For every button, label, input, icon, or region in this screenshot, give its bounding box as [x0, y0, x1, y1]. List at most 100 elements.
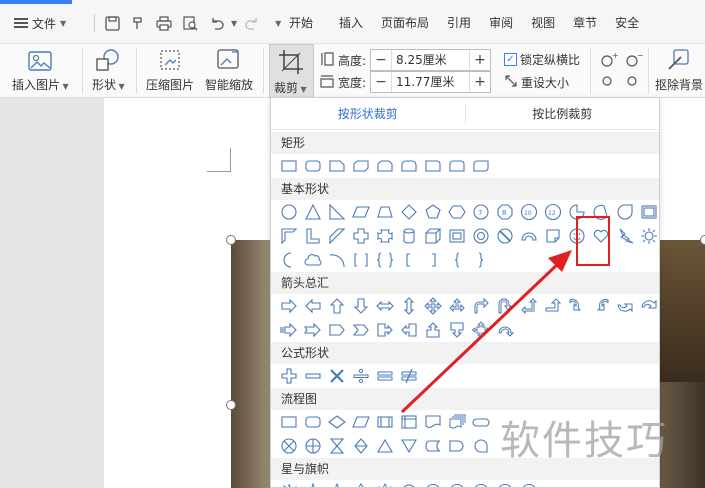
not-equal-shape-icon[interactable]: [397, 364, 421, 388]
right-triangle-shape-icon[interactable]: [325, 200, 349, 224]
hexagon-shape-icon[interactable]: [445, 200, 469, 224]
cloud-shape-icon[interactable]: [301, 248, 325, 272]
tab-crop-by-shape[interactable]: 按形状裁剪: [271, 98, 465, 129]
flowchart-alternate-process-shape-icon[interactable]: [301, 410, 325, 434]
print-preview-icon[interactable]: [179, 12, 201, 34]
pentagon-shape-icon[interactable]: [421, 200, 445, 224]
flowchart-summing-junction-shape-icon[interactable]: [277, 434, 301, 458]
flowchart-sort-shape-icon[interactable]: [349, 434, 373, 458]
striped-right-arrow-shape-icon[interactable]: [277, 318, 301, 342]
chevron-shape-icon[interactable]: [349, 318, 373, 342]
compress-picture-button[interactable]: 压缩图片: [146, 46, 194, 93]
no-symbol-shape-icon[interactable]: [493, 224, 517, 248]
tab-page-layout[interactable]: 页面布局: [372, 10, 438, 36]
tab-insert[interactable]: 插入: [330, 10, 372, 36]
up-arrow-shape-icon[interactable]: [325, 294, 349, 318]
tab-home[interactable]: 开始: [280, 10, 322, 36]
cube-shape-icon[interactable]: [421, 224, 445, 248]
multiply-shape-icon[interactable]: [325, 364, 349, 388]
minus-shape-icon[interactable]: [301, 364, 325, 388]
undo-dropdown-icon[interactable]: ▼: [231, 19, 237, 28]
decagon-shape-icon[interactable]: 10: [517, 200, 541, 224]
eight-point-star-shape-icon[interactable]: 8: [397, 480, 421, 487]
resize-handle-left[interactable]: [226, 400, 236, 410]
save-icon[interactable]: [101, 12, 123, 34]
lightning-bolt-shape-icon[interactable]: [613, 224, 637, 248]
remove-background-button[interactable]: 抠除背景: [655, 46, 703, 93]
resize-handle-top-right[interactable]: [700, 235, 705, 245]
explosion-shape-icon[interactable]: [277, 480, 301, 487]
tab-security[interactable]: 安全: [606, 10, 648, 36]
right-bracket-shape-icon[interactable]: [421, 248, 445, 272]
width-decrease-button[interactable]: −: [371, 72, 391, 92]
notched-right-arrow-shape-icon[interactable]: [301, 318, 325, 342]
triangle-shape-icon[interactable]: [301, 200, 325, 224]
down-arrow-shape-icon[interactable]: [349, 294, 373, 318]
snip-corner-rectangle-shape-icon[interactable]: [325, 154, 349, 178]
left-arrow-shape-icon[interactable]: [301, 294, 325, 318]
oval-shape-icon[interactable]: [277, 200, 301, 224]
parallelogram-shape-icon[interactable]: [349, 200, 373, 224]
shape-button[interactable]: 形状 ▼: [92, 46, 125, 93]
cross-shape-icon[interactable]: [349, 224, 373, 248]
right-arrow-callout-shape-icon[interactable]: [373, 318, 397, 342]
flowchart-multidocument-shape-icon[interactable]: [445, 410, 469, 434]
height-input[interactable]: − 8.25厘米 +: [370, 49, 492, 71]
quad-arrow-shape-icon[interactable]: [421, 294, 445, 318]
print-icon[interactable]: [153, 12, 175, 34]
rectangle-shape-icon[interactable]: [277, 154, 301, 178]
snip-diagonal-rectangle-shape-icon[interactable]: [349, 154, 373, 178]
round-single-corner-rectangle-shape-icon[interactable]: [421, 154, 445, 178]
left-arrow-callout-shape-icon[interactable]: [397, 318, 421, 342]
left-bracket-shape-icon[interactable]: [397, 248, 421, 272]
flowchart-stored-data-shape-icon[interactable]: [421, 434, 445, 458]
diagonal-stripe-shape-icon[interactable]: [325, 224, 349, 248]
half-frame-shape-icon[interactable]: [277, 224, 301, 248]
dodecagon-shape-icon[interactable]: 12: [541, 200, 565, 224]
left-right-up-arrow-shape-icon[interactable]: [445, 294, 469, 318]
lock-aspect-ratio-checkbox[interactable]: ✓ 锁定纵横比: [504, 51, 580, 68]
flowchart-collate-shape-icon[interactable]: [325, 434, 349, 458]
equal-shape-icon[interactable]: [373, 364, 397, 388]
width-increase-button[interactable]: +: [470, 72, 490, 92]
left-right-arrow-shape-icon[interactable]: [373, 294, 397, 318]
double-brace-shape-icon[interactable]: [373, 248, 397, 272]
moon-shape-icon[interactable]: [277, 248, 301, 272]
height-value[interactable]: 8.25厘米: [391, 50, 471, 70]
flowchart-internal-storage-shape-icon[interactable]: [397, 410, 421, 434]
format-painter-icon[interactable]: [127, 12, 149, 34]
left-up-arrow-shape-icon[interactable]: [517, 294, 541, 318]
five-point-star-shape-icon[interactable]: [325, 480, 349, 487]
insert-picture-button[interactable]: 插入图片 ▼: [12, 46, 69, 93]
twelve-point-star-shape-icon[interactable]: 12: [445, 480, 469, 487]
right-brace-shape-icon[interactable]: [469, 248, 493, 272]
redo-icon[interactable]: [241, 12, 263, 34]
height-decrease-button[interactable]: −: [371, 50, 391, 70]
block-arc-shape-icon[interactable]: [517, 224, 541, 248]
seven-point-star-shape-icon[interactable]: [373, 480, 397, 487]
reset-size-button[interactable]: 重设大小: [504, 74, 569, 91]
flowchart-merge-shape-icon[interactable]: [397, 434, 421, 458]
tab-references[interactable]: 引用: [438, 10, 480, 36]
up-down-arrow-shape-icon[interactable]: [397, 294, 421, 318]
smart-zoom-button[interactable]: 智能缩放: [205, 46, 253, 93]
pentagon-arrow-shape-icon[interactable]: [325, 318, 349, 342]
quad-arrow-callout-shape-icon[interactable]: [469, 318, 493, 342]
round-diagonal-rectangle-shape-icon[interactable]: [469, 154, 493, 178]
plus-shape-icon[interactable]: [277, 364, 301, 388]
octagon-shape-icon[interactable]: 8: [493, 200, 517, 224]
donut-shape-icon[interactable]: [469, 224, 493, 248]
diamond-shape-icon[interactable]: [397, 200, 421, 224]
teardrop-shape-icon[interactable]: [613, 200, 637, 224]
up-arrow-callout-shape-icon[interactable]: [421, 318, 445, 342]
flowchart-sequential-access-storage-shape-icon[interactable]: [469, 434, 493, 458]
heptagon-shape-icon[interactable]: 7: [469, 200, 493, 224]
sixteen-point-star-shape-icon[interactable]: 16: [469, 480, 493, 487]
bent-arrow-shape-icon[interactable]: [469, 294, 493, 318]
down-arrow-callout-shape-icon[interactable]: [445, 318, 469, 342]
width-input[interactable]: − 11.77厘米 +: [370, 71, 492, 93]
rounded-rectangle-shape-icon[interactable]: [301, 154, 325, 178]
flowchart-predefined-process-shape-icon[interactable]: [373, 410, 397, 434]
curved-up-arrow-shape-icon[interactable]: [613, 294, 637, 318]
six-point-star-shape-icon[interactable]: [349, 480, 373, 487]
